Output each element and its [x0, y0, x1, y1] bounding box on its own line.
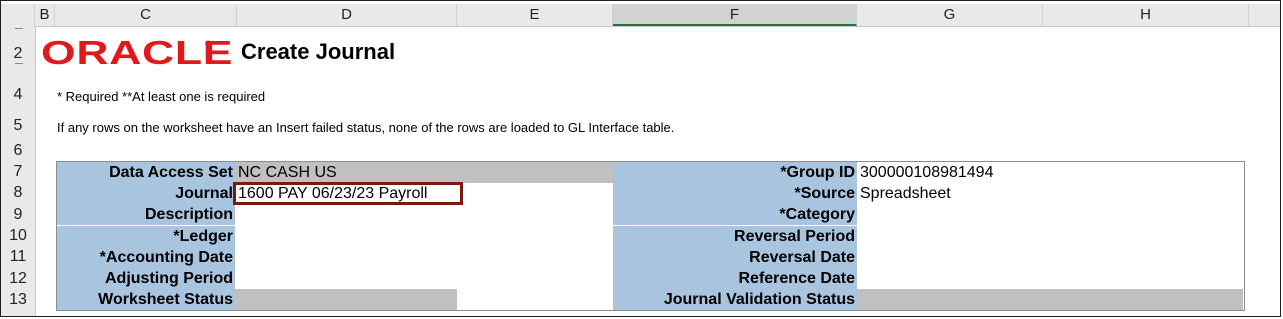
select-all-corner[interactable]	[1, 4, 35, 26]
description-input[interactable]	[235, 204, 613, 225]
data-access-set-value: NC CASH US	[235, 162, 613, 183]
row-header-8[interactable]: 8	[1, 184, 35, 202]
required-note: * Required **At least one is required	[57, 89, 266, 104]
reference-date-input[interactable]	[857, 268, 1243, 289]
reversal-date-label: Reversal Date	[613, 247, 857, 268]
journal-validation-status-label: Journal Validation Status	[613, 289, 857, 310]
journal-label: Journal	[57, 183, 235, 204]
row-header-11[interactable]: 11	[1, 248, 35, 266]
row-header-13[interactable]: 13	[1, 291, 35, 309]
reversal-period-label: Reversal Period	[613, 226, 857, 247]
description-label: Description	[57, 204, 235, 225]
reference-date-label: Reference Date	[613, 268, 857, 289]
column-header-h[interactable]: H	[1043, 4, 1249, 26]
ledger-label: *Ledger	[57, 226, 235, 247]
reversal-period-input[interactable]	[857, 226, 1243, 247]
column-header-g[interactable]: G	[857, 4, 1043, 26]
row-header-bar: 2 4 5 6 7 8 9 10 11 12 13	[1, 26, 36, 316]
source-label: *Source	[613, 183, 857, 204]
column-header-b[interactable]: B	[35, 4, 55, 26]
row-header-5[interactable]: 5	[1, 117, 35, 135]
hidden-row-marker	[15, 28, 23, 29]
source-value[interactable]: Spreadsheet	[857, 183, 1243, 204]
adjusting-period-label: Adjusting Period	[57, 268, 235, 289]
group-id-value[interactable]: 300000108981494	[857, 162, 1243, 183]
column-header-bar: B C D E F G H	[1, 4, 1280, 27]
row-header-6[interactable]: 6	[1, 142, 35, 160]
row-header-10[interactable]: 10	[1, 227, 35, 245]
accounting-date-label: *Accounting Date	[57, 247, 235, 268]
reversal-date-input[interactable]	[857, 247, 1243, 268]
worksheet-status-value	[235, 289, 457, 310]
row-header-4[interactable]: 4	[1, 86, 35, 104]
data-access-set-label: Data Access Set	[57, 162, 235, 183]
accounting-date-input[interactable]	[235, 247, 613, 268]
category-input[interactable]	[857, 204, 1243, 225]
column-header-d[interactable]: D	[237, 4, 457, 26]
column-header-c[interactable]: C	[55, 4, 237, 26]
insert-failed-note: If any rows on the worksheet have an Ins…	[57, 120, 675, 135]
adjusting-period-input[interactable]	[235, 268, 613, 289]
row-header-2[interactable]: 2	[1, 45, 35, 63]
journal-highlight-box	[233, 182, 463, 205]
worksheet-status-label: Worksheet Status	[57, 289, 235, 310]
hidden-row-marker	[15, 63, 23, 64]
ledger-input[interactable]	[235, 226, 613, 247]
row-header-9[interactable]: 9	[1, 206, 35, 224]
page-title: Create Journal	[241, 39, 396, 64]
row-header-12[interactable]: 12	[1, 270, 35, 288]
category-label: *Category	[613, 204, 857, 225]
spreadsheet-window: B C D E F G H 2 4 5 6 7 8 9 10 11 12 13 …	[0, 0, 1281, 317]
column-header-f[interactable]: F	[613, 4, 857, 26]
registered-mark: ®	[205, 39, 212, 49]
row-header-7[interactable]: 7	[1, 163, 35, 181]
group-id-label: *Group ID	[613, 162, 857, 183]
column-header-e[interactable]: E	[457, 4, 613, 26]
journal-validation-status-value	[857, 289, 1243, 310]
